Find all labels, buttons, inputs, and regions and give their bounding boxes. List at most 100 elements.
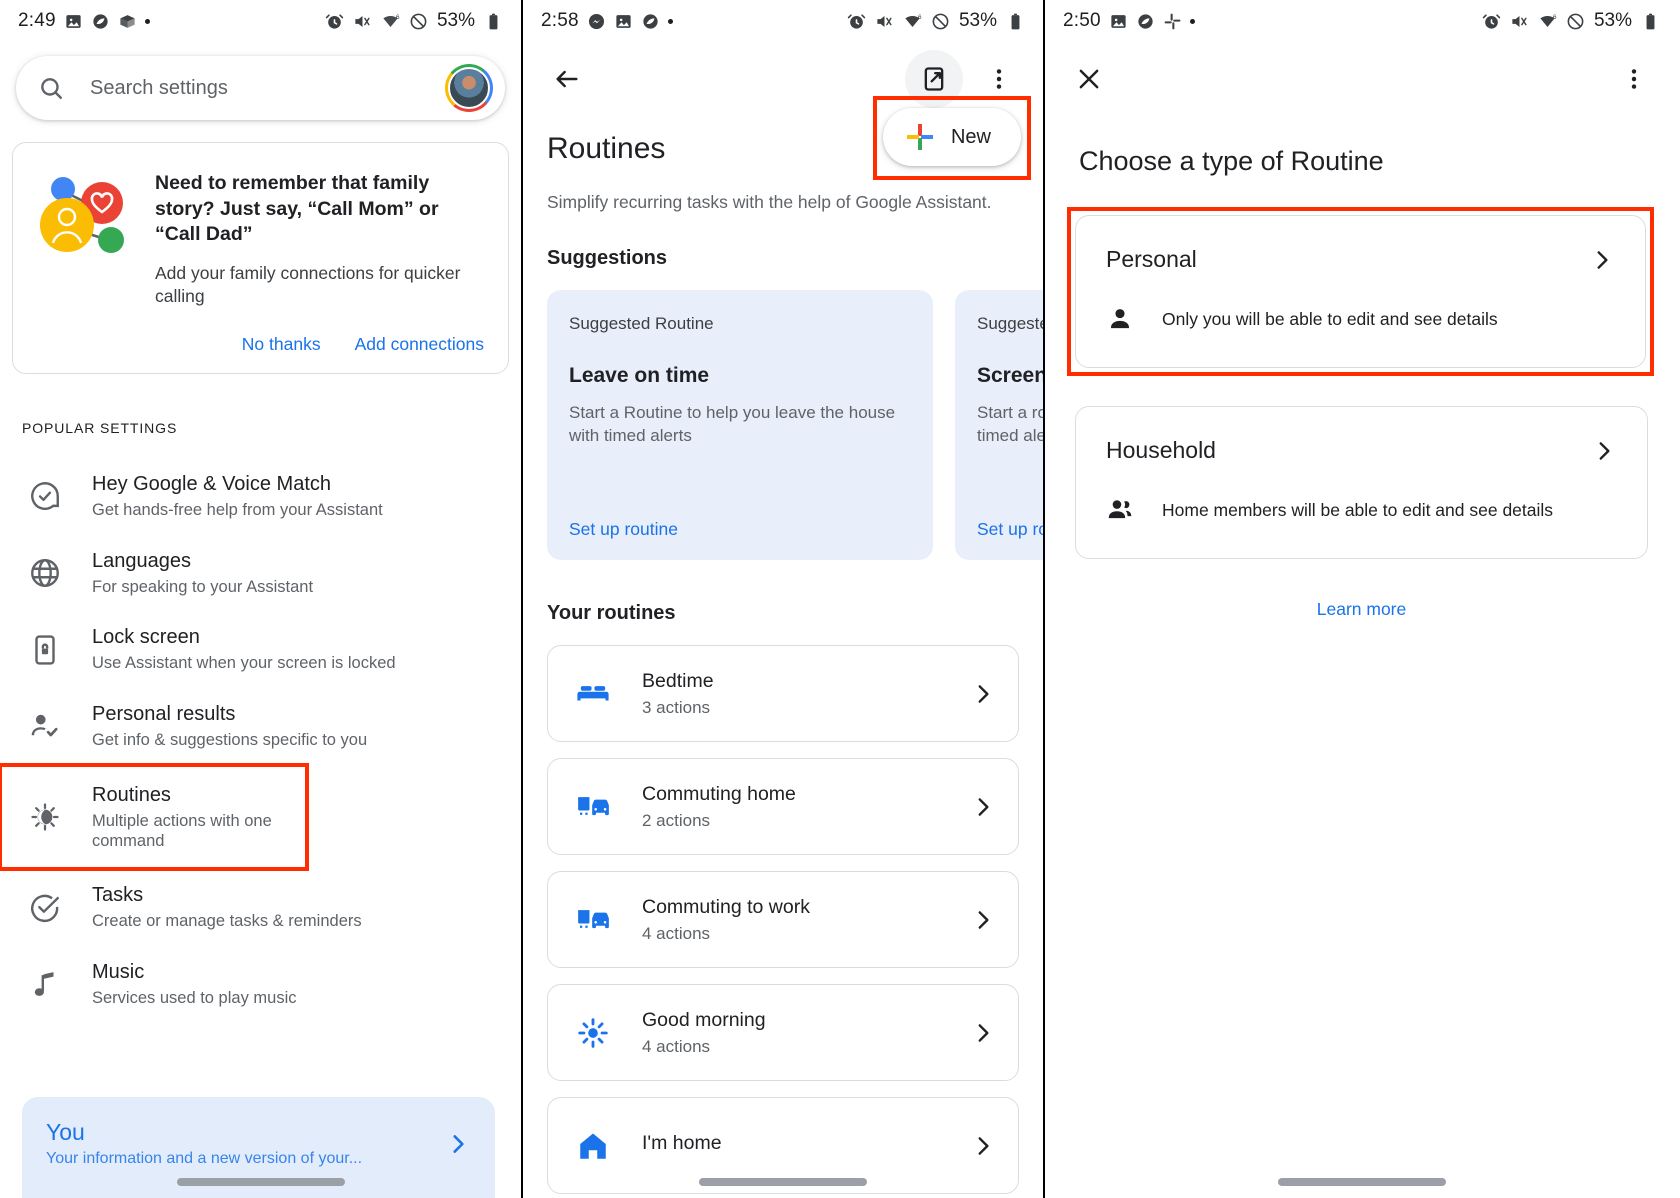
setting-text: Lock screen Use Assistant when your scre…	[92, 625, 396, 674]
routine-row-commuting-home[interactable]: Commuting home 2 actions	[547, 758, 1019, 855]
suggestion-card[interactable]: Suggested Routine Leave on time Start a …	[547, 290, 933, 560]
suggestions-heading: Suggestions	[547, 247, 668, 269]
app-bar	[1045, 42, 1678, 116]
gesture-nav-bar	[523, 1178, 1043, 1186]
search-icon	[38, 75, 64, 101]
promo-actions: No thanks Add connections	[33, 334, 488, 355]
back-arrow-icon[interactable]	[545, 57, 589, 101]
routine-type-detail-text: Only you will be able to edit and see de…	[1162, 308, 1498, 329]
status-time: 2:50	[1063, 10, 1101, 31]
setting-subtitle: Use Assistant when your screen is locked	[92, 654, 396, 673]
gesture-nav-bar	[0, 1178, 521, 1186]
setting-row-tasks[interactable]: Tasks Create or manage tasks & reminders	[0, 869, 521, 946]
person-check-icon	[28, 709, 62, 743]
bed-icon	[576, 677, 610, 711]
assistant-check-icon	[28, 479, 62, 513]
suggestion-description: Start a Routine to help you leave the ho…	[569, 403, 896, 445]
battery-icon	[1006, 12, 1025, 31]
more-vert-icon[interactable]	[977, 57, 1021, 101]
setting-subtitle: Get info & suggestions specific to you	[92, 731, 368, 750]
routine-type-card-household[interactable]: Household Home members will be able to e…	[1075, 406, 1648, 559]
suggestion-kicker: Suggested Routine	[977, 314, 1043, 333]
routine-actions-count: 4 actions	[642, 923, 711, 943]
routine-row-commuting-to-work[interactable]: Commuting to work 4 actions	[547, 871, 1019, 968]
status-time: 2:58	[541, 10, 579, 31]
gesture-pill[interactable]	[176, 1178, 345, 1186]
battery-icon	[484, 12, 503, 31]
setting-row-music[interactable]: Music Services used to play music	[0, 946, 521, 1023]
do-not-disturb-icon	[1566, 12, 1585, 31]
do-not-disturb-icon	[931, 12, 950, 31]
suggestion-description: Start a routine to help you wind down wi…	[977, 403, 1043, 445]
no-thanks-button[interactable]: No thanks	[242, 334, 321, 355]
gesture-pill[interactable]	[699, 1178, 867, 1186]
promo-subtitle: Add your family connections for quicker …	[155, 263, 461, 306]
vibrate-mute-icon	[1510, 12, 1529, 31]
more-vert-icon[interactable]	[1612, 57, 1656, 101]
dot-icon	[667, 18, 673, 24]
routine-type-card-personal[interactable]: Personal Only you will be able to edit a…	[1075, 215, 1646, 368]
add-connections-button[interactable]: Add connections	[355, 334, 484, 355]
new-routine-button[interactable]: New	[882, 108, 1021, 166]
chevron-right-icon	[970, 681, 996, 707]
popular-settings-label: POPULAR SETTINGS	[22, 419, 178, 436]
slack-icon	[1163, 12, 1182, 31]
routine-name: Bedtime	[642, 669, 714, 692]
setting-row-routines[interactable]: Routines Multiple actions with one comma…	[0, 762, 309, 872]
routine-type-wrap-household: Household Home members will be able to e…	[1045, 406, 1678, 559]
search-bar[interactable]: Search settings	[16, 56, 505, 120]
suggestions-carousel[interactable]: Suggested Routine Leave on time Start a …	[547, 290, 1043, 560]
routine-text: I'm home	[642, 1132, 722, 1160]
your-routines-heading: Your routines	[547, 602, 676, 624]
status-bar: 2:50 6 53%	[1045, 0, 1678, 42]
status-time: 2:49	[18, 10, 56, 31]
routine-type-highlight-personal: Personal Only you will be able to edit a…	[1067, 207, 1654, 376]
routine-type-detail: Only you will be able to edit and see de…	[1106, 305, 1615, 333]
status-bar-right: 6 53%	[325, 10, 503, 32]
setting-row-hey-google[interactable]: Hey Google & Voice Match Get hands-free …	[0, 458, 521, 535]
chevron-right-icon	[1591, 438, 1617, 464]
people-icon	[1106, 496, 1134, 524]
setting-text: Hey Google & Voice Match Get hands-free …	[92, 472, 383, 521]
routine-name: Commuting home	[642, 782, 796, 805]
suggestion-card[interactable]: Suggested Routine Screen time Start a ro…	[955, 290, 1043, 560]
you-card-subtitle: Your information and a new version of yo…	[46, 1150, 363, 1167]
set-up-routine-button[interactable]: Set up routine	[977, 519, 1043, 540]
routine-type-detail-text: Home members will be able to edit and se…	[1162, 499, 1554, 520]
routine-actions-count: 2 actions	[642, 810, 711, 830]
setting-row-languages[interactable]: Languages For speaking to your Assistant	[0, 535, 521, 612]
alarm-icon	[1482, 12, 1501, 31]
learn-more-link[interactable]: Learn more	[1317, 599, 1407, 620]
setting-title: Lock screen	[92, 626, 200, 649]
panel-routines-list: 2:58 6 53% Routines New Simplify recurri…	[521, 0, 1043, 1198]
app-bar-actions	[1612, 57, 1656, 101]
svg-text:6: 6	[918, 14, 922, 21]
gesture-pill[interactable]	[1277, 1178, 1446, 1186]
page-header: Routines New Simplify recurring tasks wi…	[523, 96, 1043, 213]
google-plus-icon	[905, 122, 935, 152]
setting-row-personal-results[interactable]: Personal results Get info & suggestions …	[0, 688, 521, 765]
status-bar-left: 2:50	[1063, 10, 1195, 32]
promo-text: Need to remember that family story? Just…	[155, 165, 488, 308]
dot-icon	[144, 18, 150, 24]
setting-subtitle: Get hands-free help from your Assistant	[92, 500, 383, 519]
status-bar: 2:58 6 53%	[523, 0, 1043, 42]
svg-text:6: 6	[1553, 14, 1557, 21]
routine-actions-count: 4 actions	[642, 1036, 711, 1056]
task-check-icon	[28, 891, 62, 925]
routine-row-good-morning[interactable]: Good morning 4 actions	[547, 984, 1019, 1081]
battery-percent: 53%	[436, 10, 475, 31]
suggestion-name: Leave on time	[569, 364, 710, 387]
setting-text: Routines Multiple actions with one comma…	[92, 783, 285, 852]
setting-row-lock-screen[interactable]: Lock screen Use Assistant when your scre…	[0, 611, 521, 688]
close-icon[interactable]	[1067, 57, 1111, 101]
alarm-icon	[847, 12, 866, 31]
routine-actions-count: 3 actions	[642, 697, 711, 717]
status-bar-left: 2:58	[541, 10, 673, 32]
avatar[interactable]	[445, 64, 493, 112]
new-routine-label: New	[950, 125, 991, 148]
sun-icon	[576, 1016, 610, 1050]
routine-row-bedtime[interactable]: Bedtime 3 actions	[547, 645, 1019, 742]
set-up-routine-button[interactable]: Set up routine	[569, 519, 911, 540]
search-input[interactable]: Search settings	[90, 77, 445, 100]
